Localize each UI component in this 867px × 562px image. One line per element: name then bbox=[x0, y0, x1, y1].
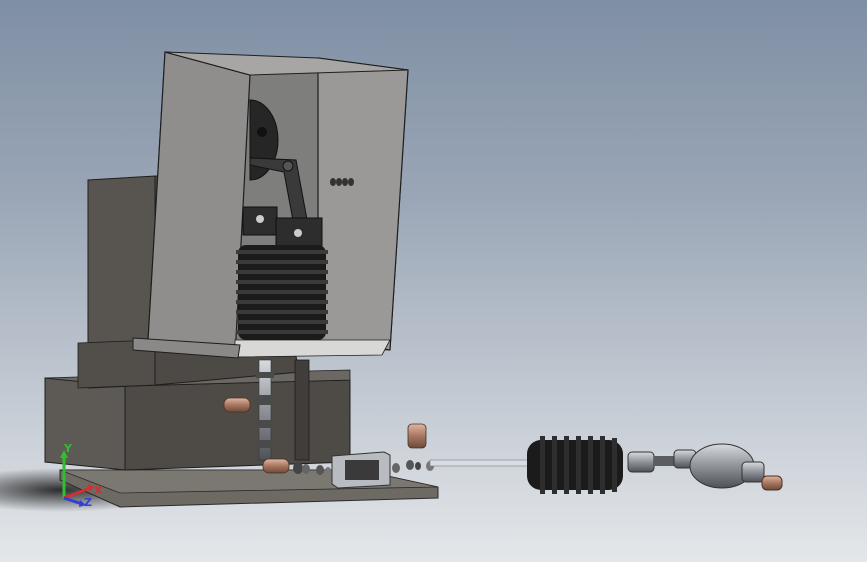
triad-arrows-icon bbox=[60, 450, 94, 507]
cam-hub bbox=[257, 127, 267, 137]
triad-z-label: Z bbox=[84, 496, 92, 509]
assembly-model[interactable] bbox=[0, 0, 867, 562]
connector-series-right bbox=[392, 460, 434, 473]
axis-triad[interactable]: Y X Z bbox=[46, 440, 116, 510]
linkage-pivot bbox=[282, 160, 294, 172]
copper-fitting-upper[interactable] bbox=[223, 397, 251, 413]
coupling-left[interactable] bbox=[627, 451, 655, 473]
shaft-bellows[interactable] bbox=[527, 436, 623, 494]
copper-sleeve[interactable] bbox=[407, 423, 427, 449]
triad-x-label: X bbox=[94, 484, 103, 497]
copper-outlet[interactable] bbox=[761, 475, 783, 491]
lower-housing-side bbox=[124, 379, 351, 471]
hopper-right-wall[interactable] bbox=[317, 57, 409, 351]
bearing-bolt-icon bbox=[256, 215, 264, 223]
hopper-bellows[interactable] bbox=[236, 245, 328, 340]
motor-endcap bbox=[741, 461, 765, 483]
valve-housing[interactable] bbox=[331, 451, 391, 489]
bearing-bolt-icon bbox=[294, 229, 302, 237]
hopper-left-wall[interactable] bbox=[147, 51, 251, 358]
cad-3d-viewport[interactable]: Y X Z bbox=[0, 0, 867, 562]
drive-shaft[interactable] bbox=[429, 459, 541, 467]
tower-rib bbox=[294, 359, 310, 461]
copper-fitting-lower[interactable] bbox=[262, 458, 290, 474]
coupling-shaft bbox=[654, 456, 674, 466]
vertical-pipe[interactable] bbox=[256, 359, 274, 461]
hopper-floor bbox=[234, 339, 391, 358]
triad-y-label: Y bbox=[64, 442, 72, 455]
